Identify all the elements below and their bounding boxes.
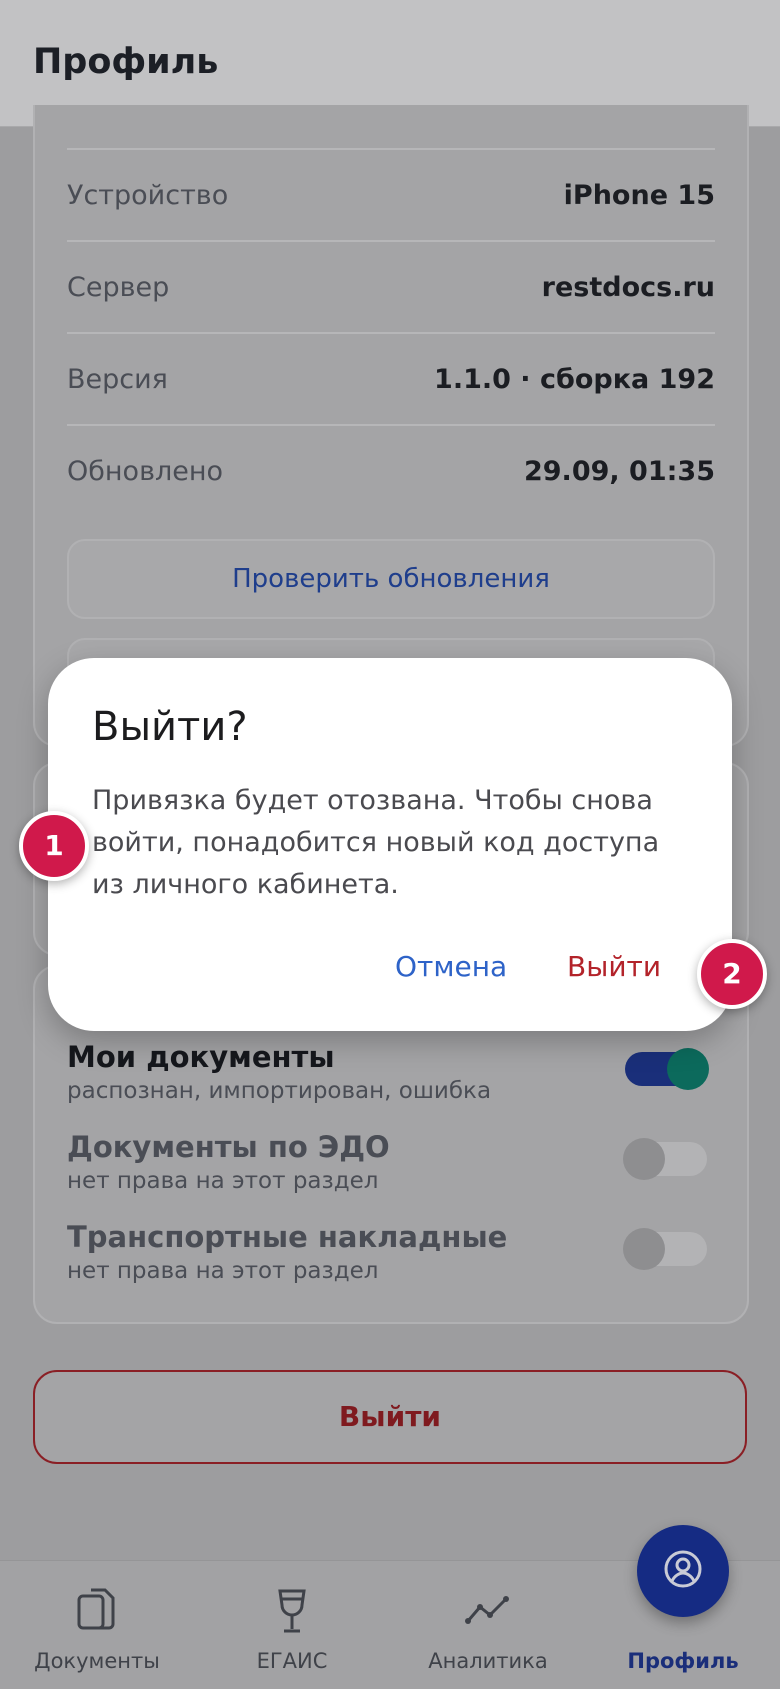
info-label: Версия	[67, 364, 168, 395]
toggle-knob	[623, 1138, 665, 1180]
dialog-cancel-button[interactable]: Отмена	[395, 950, 507, 983]
info-value: iPhone 15	[563, 180, 715, 211]
doc-subtitle: нет права на этот раздел	[67, 1258, 379, 1284]
doc-item-transport: Транспортные накладные нет права на этот…	[67, 1220, 707, 1284]
info-value: restdocs.ru	[541, 272, 715, 303]
dialog-confirm-button[interactable]: Выйти	[567, 950, 661, 983]
transport-toggle[interactable]	[623, 1228, 707, 1270]
logout-button[interactable]: Выйти	[33, 1370, 747, 1464]
doc-title: Транспортные накладные	[67, 1220, 508, 1254]
doc-subtitle: распознан, импортирован, ошибка	[67, 1078, 492, 1104]
tab-label: Документы	[34, 1649, 160, 1673]
info-row-server: Сервер restdocs.ru	[67, 240, 715, 332]
logout-dialog: Выйти? Привязка будет отозвана. Чтобы сн…	[48, 658, 732, 1031]
edo-toggle[interactable]	[623, 1138, 707, 1180]
info-row-updated: Обновлено 29.09, 01:35	[67, 424, 715, 516]
toggle-knob	[623, 1228, 665, 1270]
doc-title: Документы по ЭДО	[67, 1130, 390, 1164]
profile-icon	[663, 1549, 703, 1593]
toggle-knob	[667, 1048, 709, 1090]
my-documents-toggle[interactable]	[625, 1048, 709, 1090]
doc-subtitle: нет права на этот раздел	[67, 1168, 379, 1194]
doc-item-edo: Документы по ЭДО нет права на этот разде…	[67, 1130, 707, 1194]
check-updates-button[interactable]: Проверить обновления	[67, 539, 715, 619]
info-label: Обновлено	[67, 456, 224, 487]
info-label: Устройство	[67, 180, 229, 211]
info-label: Сервер	[67, 272, 170, 303]
info-value: 1.1.0 · сборка 192	[434, 364, 715, 395]
page-title: Профиль	[33, 42, 219, 82]
doc-item-my-documents: Мои документы распознан, импортирован, о…	[67, 1040, 709, 1104]
tab-label: ЕГАИС	[256, 1649, 328, 1673]
doc-title: Мои документы	[67, 1040, 335, 1074]
documents-icon	[17, 1581, 177, 1641]
tab-egais[interactable]: ЕГАИС	[212, 1581, 372, 1673]
tab-documents[interactable]: Документы	[17, 1581, 177, 1673]
tab-label: Аналитика	[428, 1649, 548, 1673]
info-value: 29.09, 01:35	[523, 456, 715, 487]
dialog-body: Привязка будет отозвана. Чтобы снова вой…	[92, 785, 660, 900]
profile-fab[interactable]	[637, 1525, 729, 1617]
dialog-title: Выйти?	[92, 704, 248, 750]
wine-glass-icon	[212, 1581, 372, 1641]
info-row-version: Версия 1.1.0 · сборка 192	[67, 332, 715, 424]
annotation-badge-1: 1	[19, 811, 89, 881]
tab-label: Профиль	[627, 1649, 739, 1673]
annotation-badge-2: 2	[697, 939, 767, 1009]
chart-line-icon	[408, 1581, 568, 1641]
info-row-device: Устройство iPhone 15	[67, 148, 715, 240]
tab-analytics[interactable]: Аналитика	[408, 1581, 568, 1673]
